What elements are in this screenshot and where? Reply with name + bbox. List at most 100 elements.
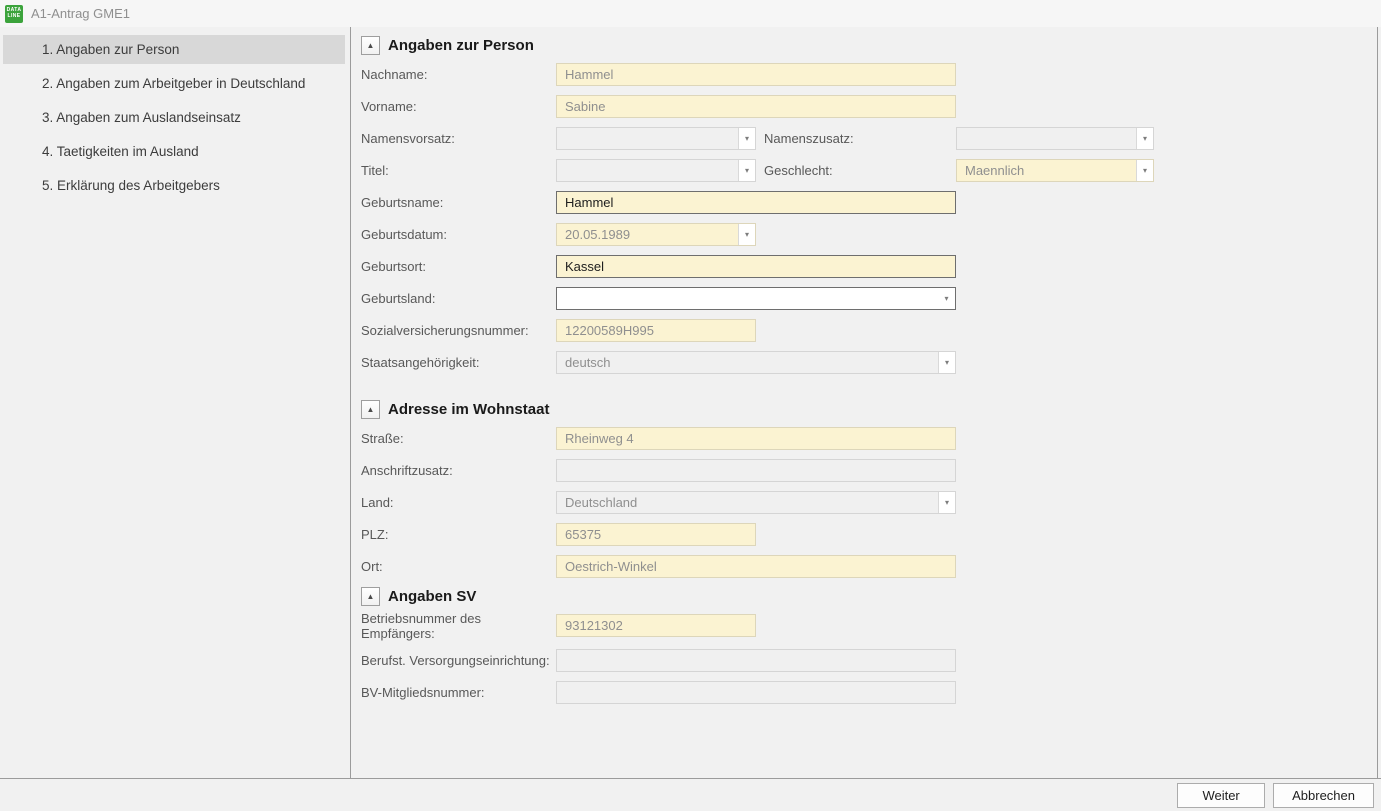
- sozialversicherungsnummer-input[interactable]: [556, 319, 756, 342]
- section-angaben-sv: ▲ Angaben SV Betriebsnummer des Empfängers…: [361, 587, 1377, 704]
- ort-label: Ort:: [361, 559, 556, 574]
- weiter-button[interactable]: Weiter: [1177, 783, 1265, 808]
- titel-select[interactable]: ▾: [556, 159, 756, 182]
- staatsangehoerigkeit-label: Staatsangehörigkeit:: [361, 355, 556, 370]
- dropdown-arrow-icon: ▾: [938, 288, 955, 309]
- form-row: Geburtsort:: [361, 255, 1377, 278]
- land-value: Deutschland: [557, 492, 938, 513]
- geburtsdatum-select[interactable]: 20.05.1989▾: [556, 223, 756, 246]
- geburtsname-label: Geburtsname:: [361, 195, 556, 210]
- geburtsland-select[interactable]: ▾: [556, 287, 956, 310]
- dropdown-arrow-icon: ▾: [938, 492, 955, 513]
- dropdown-arrow-icon: ▾: [1136, 160, 1153, 181]
- sidebar-item-5[interactable]: 5. Erklärung des Arbeitgebers: [3, 171, 345, 200]
- namensvorsatz-label: Namensvorsatz:: [361, 131, 556, 146]
- form-row: Berufst. Versorgungseinrichtung:: [361, 649, 1377, 672]
- betriebsnummer-des-empfaengers-input[interactable]: [556, 614, 756, 637]
- geburtsort-label: Geburtsort:: [361, 259, 556, 274]
- strasse-label: Straße:: [361, 431, 556, 446]
- content-area: 1. Angaben zur Person 2. Angaben zum Arbe…: [0, 27, 1381, 778]
- sidebar-item-2[interactable]: 2. Angaben zum Arbeitgeber in Deutschlan…: [3, 69, 345, 98]
- form-row: Land:Deutschland▾: [361, 491, 1377, 514]
- form-row: Geburtsland: ▾: [361, 287, 1377, 310]
- dropdown-arrow-icon: ▾: [1136, 128, 1153, 149]
- namenszusatz-select[interactable]: ▾: [956, 127, 1154, 150]
- collapse-section-button[interactable]: ▲: [361, 400, 380, 419]
- footer-bar: Weiter Abbrechen: [0, 778, 1381, 811]
- dropdown-arrow-icon: ▾: [738, 160, 755, 181]
- geburtsland-label: Geburtsland:: [361, 291, 556, 306]
- geburtsdatum-label: Geburtsdatum:: [361, 227, 556, 242]
- bv-mitgliedsnummer-label: BV-Mitgliedsnummer:: [361, 685, 556, 700]
- dropdown-arrow-icon: ▾: [738, 128, 755, 149]
- collapse-section-button[interactable]: ▲: [361, 36, 380, 55]
- nachname-input[interactable]: [556, 63, 956, 86]
- vorname-label: Vorname:: [361, 99, 556, 114]
- form-row: Geburtsdatum:20.05.1989▾: [361, 223, 1377, 246]
- form-row: Betriebsnummer des Empfängers:: [361, 614, 1377, 637]
- ort-input[interactable]: [556, 555, 956, 578]
- app-logo-icon: DATA LINE: [5, 5, 23, 23]
- collapse-up-icon: ▲: [367, 406, 375, 414]
- form-row: Vorname:: [361, 95, 1377, 118]
- geburtsort-input[interactable]: [556, 255, 956, 278]
- form-row: Anschriftzusatz:: [361, 459, 1377, 482]
- section-header: ▲ Adresse im Wohnstaat: [361, 400, 1377, 419]
- sidebar-item-1[interactable]: 1. Angaben zur Person: [3, 35, 345, 64]
- abbrechen-button[interactable]: Abbrechen: [1273, 783, 1374, 808]
- footer-buttons: Weiter Abbrechen: [1177, 783, 1374, 808]
- form-row: Namensvorsatz: ▾ Namenszusatz: ▾: [361, 127, 1377, 150]
- nachname-label: Nachname:: [361, 67, 556, 82]
- land-label: Land:: [361, 495, 556, 510]
- geschlecht-label: Geschlecht:: [764, 163, 956, 178]
- form-row: Staatsangehörigkeit:deutsch▾: [361, 351, 1377, 374]
- sidebar-item-4[interactable]: 4. Taetigkeiten im Ausland: [3, 137, 345, 166]
- section-title: Angaben zur Person: [388, 37, 534, 54]
- section-angaben-zur-person: ▲ Angaben zur Person Nachname: Vorname: Name…: [361, 36, 1377, 374]
- geburtsname-input[interactable]: [556, 191, 956, 214]
- strasse-input[interactable]: [556, 427, 956, 450]
- dropdown-arrow-icon: ▾: [738, 224, 755, 245]
- titel-label: Titel:: [361, 163, 556, 178]
- namenszusatz-value: [957, 128, 1136, 149]
- geburtsdatum-value: 20.05.1989: [557, 224, 738, 245]
- sozialversicherungsnummer-label: Sozialversicherungsnummer:: [361, 323, 556, 338]
- namensvorsatz-select[interactable]: ▾: [556, 127, 756, 150]
- form-row: Straße:: [361, 427, 1377, 450]
- section-title: Angaben SV: [388, 588, 476, 605]
- window-title: A1-Antrag GME1: [31, 6, 130, 21]
- form-row: BV-Mitgliedsnummer:: [361, 681, 1377, 704]
- berufst-versorgungseinrichtung-input[interactable]: [556, 649, 956, 672]
- section-title: Adresse im Wohnstaat: [388, 401, 549, 418]
- form-row: Ort:: [361, 555, 1377, 578]
- staatsangehoerigkeit-value: deutsch: [557, 352, 938, 373]
- namensvorsatz-value: [557, 128, 738, 149]
- form-area: ▲ Angaben zur Person Nachname: Vorname: Name…: [351, 27, 1378, 778]
- plz-label: PLZ:: [361, 527, 556, 542]
- section-header: ▲ Angaben zur Person: [361, 36, 1377, 55]
- dropdown-arrow-icon: ▾: [938, 352, 955, 373]
- namenszusatz-label: Namenszusatz:: [764, 131, 956, 146]
- vorname-input[interactable]: [556, 95, 956, 118]
- form-row: PLZ:: [361, 523, 1377, 546]
- geschlecht-value: Maennlich: [957, 160, 1136, 181]
- titel-value: [557, 160, 738, 181]
- staatsangehoerigkeit-select[interactable]: deutsch▾: [556, 351, 956, 374]
- berufst-versorgungseinrichtung-label: Berufst. Versorgungseinrichtung:: [361, 653, 556, 668]
- anschriftzusatz-label: Anschriftzusatz:: [361, 463, 556, 478]
- title-bar: DATA LINE A1-Antrag GME1: [0, 0, 1381, 27]
- betriebsnummer-des-empfaengers-label: Betriebsnummer des Empfängers:: [361, 611, 556, 641]
- geschlecht-select[interactable]: Maennlich▾: [956, 159, 1154, 182]
- land-select[interactable]: Deutschland▾: [556, 491, 956, 514]
- collapse-section-button[interactable]: ▲: [361, 587, 380, 606]
- section-header: ▲ Angaben SV: [361, 587, 1377, 606]
- section-adresse-im-wohnstaat: ▲ Adresse im Wohnstaat Straße: Anschriftzus…: [361, 400, 1377, 578]
- plz-input[interactable]: [556, 523, 756, 546]
- sidebar-item-3[interactable]: 3. Angaben zum Auslandseinsatz: [3, 103, 345, 132]
- anschriftzusatz-input[interactable]: [556, 459, 956, 482]
- bv-mitgliedsnummer-input[interactable]: [556, 681, 956, 704]
- sidebar: 1. Angaben zur Person 2. Angaben zum Arbe…: [0, 27, 351, 778]
- form-row: Sozialversicherungsnummer:: [361, 319, 1377, 342]
- collapse-up-icon: ▲: [367, 42, 375, 50]
- form-row: Titel:▾Geschlecht:Maennlich▾: [361, 159, 1377, 182]
